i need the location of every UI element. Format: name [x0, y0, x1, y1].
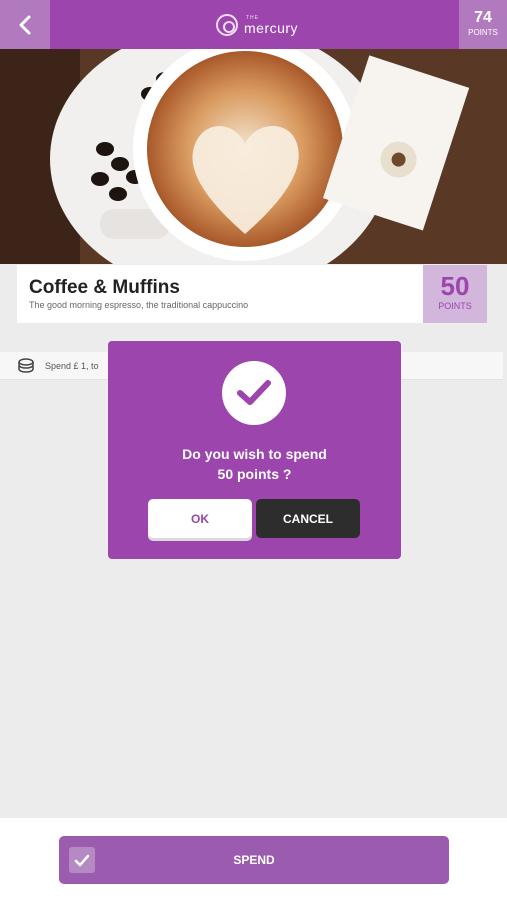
- footer-bar: SPEND: [0, 818, 507, 900]
- offer-points-badge: 50 POINTS: [423, 265, 487, 323]
- confirm-spend-dialog: Do you wish to spend 50 points ? OK CANC…: [108, 341, 401, 559]
- coin-stack-icon: [18, 357, 34, 373]
- user-points-value: 74: [474, 9, 492, 26]
- offer-points-label: POINTS: [438, 301, 472, 311]
- dialog-check-badge: [222, 361, 286, 425]
- back-button[interactable]: [0, 0, 50, 49]
- dialog-message-line1: Do you wish to spend: [182, 446, 327, 462]
- page: THE mercury 74 POINTS Coffee & Muffins T…: [0, 0, 507, 900]
- ok-button[interactable]: OK: [148, 499, 252, 538]
- spend-info-text: Spend £ 1, to: [45, 360, 99, 371]
- spend-button[interactable]: SPEND: [59, 836, 449, 884]
- offer-subtitle: The good morning espresso, the tradition…: [29, 300, 249, 310]
- dialog-message: Do you wish to spend 50 points ?: [108, 444, 401, 484]
- offer-points-value: 50: [440, 271, 470, 301]
- logo-name: mercury: [244, 19, 299, 36]
- app-logo: THE mercury: [216, 13, 298, 37]
- user-points-label: POINTS: [468, 28, 498, 37]
- dialog-message-line2: 50 points ?: [217, 466, 292, 482]
- offer-hero-image: [0, 49, 507, 264]
- spend-button-label: SPEND: [233, 853, 275, 867]
- logo-icon: [216, 14, 238, 36]
- coffee-photo: [0, 49, 507, 264]
- top-bar: THE mercury 74 POINTS: [0, 0, 507, 49]
- offer-title: Coffee & Muffins: [29, 277, 180, 298]
- chevron-left-icon: [19, 15, 31, 34]
- offer-card: Coffee & Muffins The good morning espres…: [17, 265, 487, 323]
- user-points-badge[interactable]: 74 POINTS: [459, 0, 507, 49]
- check-icon: [237, 380, 271, 405]
- cancel-button[interactable]: CANCEL: [256, 499, 360, 538]
